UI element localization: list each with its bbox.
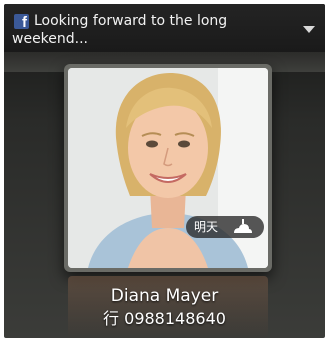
contact-photo: 明天 <box>68 68 268 268</box>
chevron-down-icon[interactable] <box>303 26 315 33</box>
contact-phone[interactable]: 行 0988148640 <box>4 309 325 329</box>
contact-photo-illustration <box>68 68 268 268</box>
status-update-bar[interactable]: f Looking forward to the long weekend... <box>4 4 325 52</box>
contact-photo-frame[interactable]: 明天 <box>64 64 272 272</box>
status-update-text: Looking forward to the long weekend... <box>12 13 228 47</box>
weather-label: 明天 <box>194 220 219 234</box>
contact-widget: f Looking forward to the long weekend... <box>4 4 325 338</box>
contact-name[interactable]: Diana Mayer <box>4 286 325 306</box>
weather-badge[interactable]: 明天 <box>186 216 264 238</box>
